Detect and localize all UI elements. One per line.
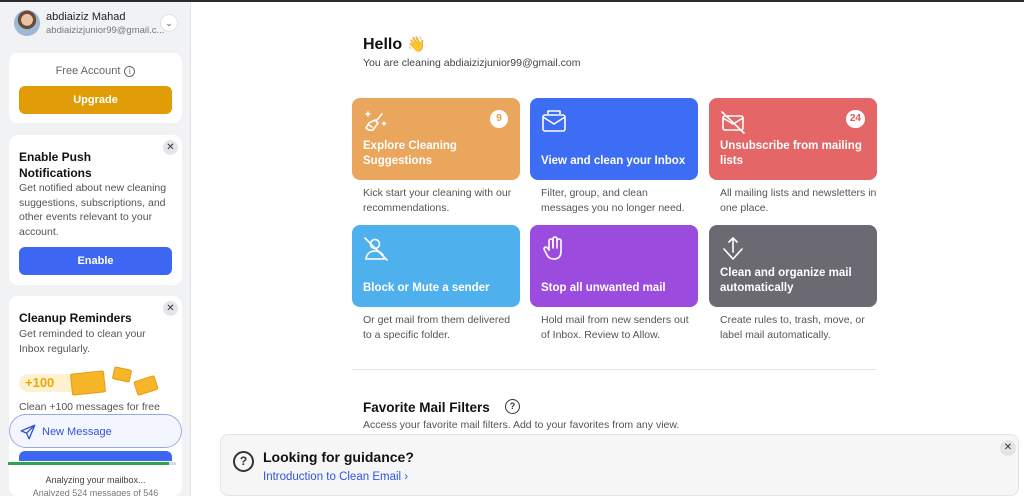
tile-description: Filter, group, and clean messages you no… — [541, 187, 685, 214]
account-switcher[interactable]: abdiaiziz Mahad abdiaizizjunior99@gmail.… — [0, 2, 190, 46]
reminder-card-title: Cleanup Reminders — [19, 311, 132, 325]
arrows-move-icon — [723, 237, 743, 260]
chevron-down-icon[interactable]: ⌄ — [160, 14, 178, 32]
analysis-title: Analyzing your mailbox... — [45, 475, 146, 485]
push-notifications-card: ✕ Enable Push Notifications Get notified… — [9, 135, 182, 285]
sidebar: abdiaiziz Mahad abdiaizizjunior99@gmail.… — [0, 2, 191, 496]
user-block-icon — [364, 237, 388, 261]
mail-off-icon — [721, 111, 745, 134]
new-message-button[interactable]: New Message — [9, 414, 182, 448]
tile-title: Explore Cleaning Suggestions — [363, 140, 457, 167]
reminder-card-description: Get reminded to clean your Inbox regular… — [19, 328, 146, 355]
close-icon[interactable]: ✕ — [1000, 440, 1016, 456]
tile-description: Create rules to, trash, move, or label m… — [720, 314, 865, 341]
tile-title: Clean and organize mail automatically — [720, 267, 852, 294]
upgrade-button[interactable]: Upgrade — [19, 86, 172, 114]
tile-description: Kick start your cleaning with our recomm… — [363, 187, 512, 214]
new-message-label: New Message — [42, 426, 112, 438]
tile-title: Stop all unwanted mail — [541, 282, 666, 294]
tile-title: View and clean your Inbox — [541, 155, 686, 167]
help-icon[interactable]: ? — [505, 399, 520, 414]
analysis-subtitle: Analyzed 524 messages of 546 — [32, 488, 159, 496]
reminder-action-button[interactable] — [19, 451, 172, 461]
free-account-card: Free Account i Upgrade — [9, 53, 182, 123]
tile-description: Hold mail from new senders out of Inbox.… — [541, 314, 689, 341]
cleaning-account-subtitle: You are cleaning abdiaizizjunior99@gmail… — [363, 57, 581, 69]
greeting-text: Hello — [363, 36, 403, 53]
tile-stop-unwanted[interactable]: Stop all unwanted mail — [530, 225, 698, 307]
reminder-line: Clean +100 messages for free — [19, 401, 160, 413]
wave-icon: 👋 — [407, 35, 426, 53]
hand-stop-icon — [543, 236, 562, 260]
account-email: abdiaizizjunior99@gmail.c... — [46, 25, 165, 36]
tile-block-sender[interactable]: Block or Mute a sender — [352, 225, 520, 307]
mail-open-icon — [542, 110, 566, 132]
reminder-illustration: +100 — [19, 366, 169, 400]
guidance-title: Looking for guidance? — [263, 449, 414, 465]
envelope-icon — [133, 374, 159, 397]
mailing-lists-count-badge: 24 — [845, 110, 865, 128]
tile-title: Unsubscribe from mailing lists — [720, 140, 862, 167]
envelope-icon — [69, 370, 107, 396]
suggestions-count-badge: 9 — [490, 110, 508, 128]
avatar[interactable] — [14, 10, 40, 36]
question-icon: ? — [233, 451, 254, 472]
send-icon — [20, 424, 36, 440]
analysis-progress-bar — [8, 462, 176, 465]
tile-description: All mailing lists and newsletters in one… — [720, 187, 877, 214]
free-account-row: Free Account i — [9, 65, 182, 77]
account-name: abdiaiziz Mahad — [46, 11, 126, 23]
envelope-icon — [111, 366, 133, 383]
cleanup-reminders-card: ✕ Cleanup Reminders Get reminded to clea… — [9, 296, 182, 496]
free-account-label: Free Account — [55, 65, 121, 77]
push-card-description: Get notified about new cleaning suggesti… — [19, 182, 167, 238]
tile-title: Block or Mute a sender — [363, 282, 490, 294]
tile-view-inbox[interactable]: View and clean your Inbox — [530, 98, 698, 180]
favorite-filters-title: Favorite Mail Filters — [363, 400, 490, 415]
enable-button[interactable]: Enable — [19, 247, 172, 275]
push-card-title: Enable Push Notifications — [19, 150, 92, 180]
close-icon[interactable]: ✕ — [163, 301, 178, 316]
tile-cleaning-suggestions[interactable]: 9 Explore Cleaning Suggestions — [352, 98, 520, 180]
info-icon[interactable]: i — [124, 66, 136, 77]
section-divider — [352, 369, 877, 370]
broom-sparkle-icon — [365, 111, 387, 132]
tile-unsubscribe[interactable]: 24 Unsubscribe from mailing lists — [709, 98, 877, 180]
tile-auto-clean[interactable]: Clean and organize mail automatically — [709, 225, 877, 307]
analysis-progress-fill — [8, 462, 170, 465]
guidance-banner: ? Looking for guidance? Introduction to … — [220, 434, 1019, 496]
page-title: Hello 👋 — [363, 35, 426, 54]
close-icon[interactable]: ✕ — [163, 140, 178, 155]
guidance-link[interactable]: Introduction to Clean Email › — [263, 471, 408, 483]
tile-description: Or get mail from them delivered to a spe… — [363, 314, 511, 341]
favorite-filters-subtitle: Access your favorite mail filters. Add t… — [363, 419, 680, 431]
